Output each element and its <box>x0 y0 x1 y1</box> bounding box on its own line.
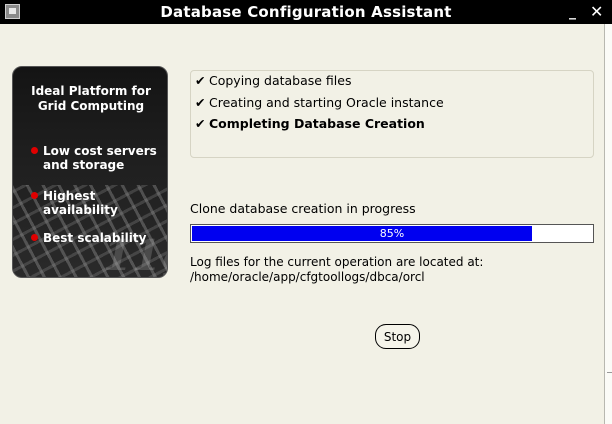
panel-heading-line2: Grid Computing <box>37 99 145 113</box>
feature-availability: Highest availability <box>31 189 167 217</box>
bullet-icon <box>31 234 38 241</box>
background-window-edge <box>605 24 612 424</box>
steps-list: ✔ Copying database files ✔ Creating and st… <box>190 70 594 158</box>
step-copying-files: ✔ Copying database files <box>195 73 352 88</box>
log-path: /home/oracle/app/cfgtoollogs/dbca/orcl <box>190 270 425 284</box>
checkmark-icon: ✔ <box>195 73 206 88</box>
close-icon[interactable]: ✕ <box>590 4 603 20</box>
checkmark-icon: ✔ <box>195 95 206 110</box>
bullet-icon <box>31 192 38 199</box>
panel-heading-line1: Ideal Platform for <box>31 84 151 98</box>
progress-bar: 85% <box>190 224 594 243</box>
progress-message: Clone database creation in progress <box>190 201 416 216</box>
feature-scalability: Best scalability <box>31 231 146 245</box>
platform-info-panel: 11g Ideal Platform for Grid Computing Lo… <box>12 66 168 278</box>
progress-percent: 85% <box>379 227 405 240</box>
background-window-mark <box>607 372 612 373</box>
panel-heading: Ideal Platform for Grid Computing <box>13 84 167 114</box>
stop-button[interactable]: Stop <box>375 324 420 349</box>
step-completing-creation: ✔ Completing Database Creation <box>195 116 425 131</box>
feature-low-cost: Low cost servers and storage <box>31 144 157 172</box>
window-title: Database Configuration Assistant <box>160 3 452 21</box>
checkmark-icon: ✔ <box>195 116 206 131</box>
minimize-icon[interactable]: _ <box>569 4 576 20</box>
bullet-icon <box>31 147 38 154</box>
log-info-text: Log files for the current operation are … <box>190 255 484 269</box>
title-bar: Database Configuration Assistant _ ✕ <box>0 0 612 24</box>
step-creating-instance: ✔ Creating and starting Oracle instance <box>195 95 444 110</box>
